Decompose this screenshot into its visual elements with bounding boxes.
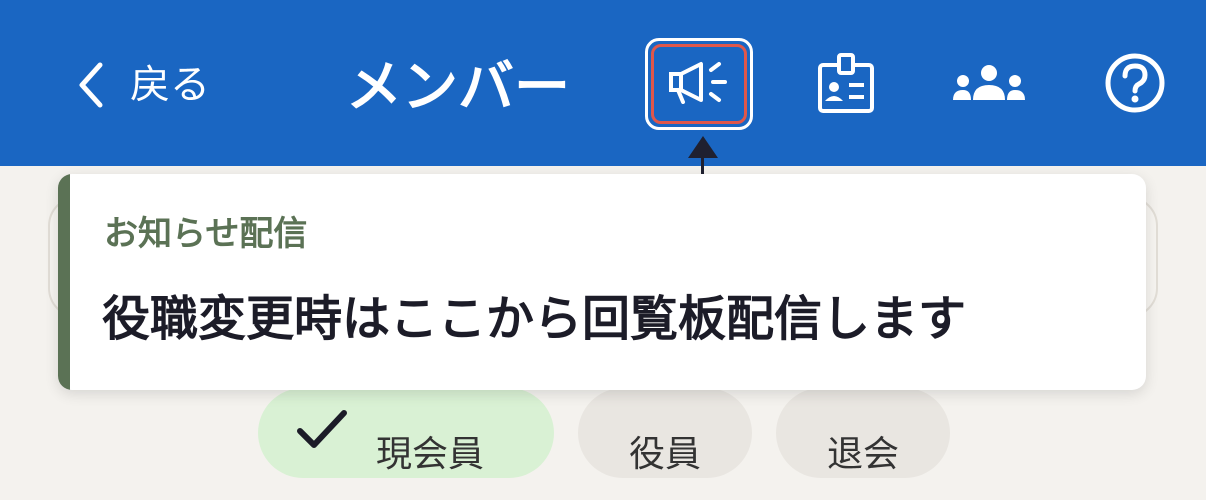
filter-chip-officers[interactable]: 役員 [578, 388, 752, 478]
back-label: 戻る [130, 62, 210, 108]
tooltip-heading: お知らせ配信 [104, 214, 308, 254]
app-header: 戻る メンバー [0, 0, 1206, 166]
group-button[interactable] [946, 56, 1032, 116]
filter-chip-current-members[interactable]: 現会員 [258, 388, 554, 478]
check-icon [296, 409, 376, 458]
chip-label: 現会員 [376, 434, 485, 475]
chip-label: 役員 [628, 434, 701, 475]
tooltip-body: 役職変更時はここから回覧板配信します [102, 291, 967, 347]
chip-label: 退会 [826, 434, 899, 475]
help-icon [1104, 52, 1166, 118]
announce-button[interactable] [645, 38, 753, 130]
onboarding-tooltip: お知らせ配信 役職変更時はここから回覧板配信します [58, 174, 1146, 390]
tooltip-pointer-arrow [688, 136, 718, 158]
filter-chip-withdrawn[interactable]: 退会 [776, 388, 950, 478]
member-card-button[interactable] [806, 50, 886, 122]
page-title: メンバー [346, 55, 570, 120]
group-icon [951, 64, 1027, 108]
chevron-left-icon [76, 61, 106, 109]
tooltip-accent-bar [58, 174, 70, 390]
help-button[interactable] [1100, 50, 1170, 120]
megaphone-icon [667, 60, 731, 108]
back-button[interactable]: 戻る [76, 56, 210, 114]
id-badge-icon [816, 53, 876, 119]
